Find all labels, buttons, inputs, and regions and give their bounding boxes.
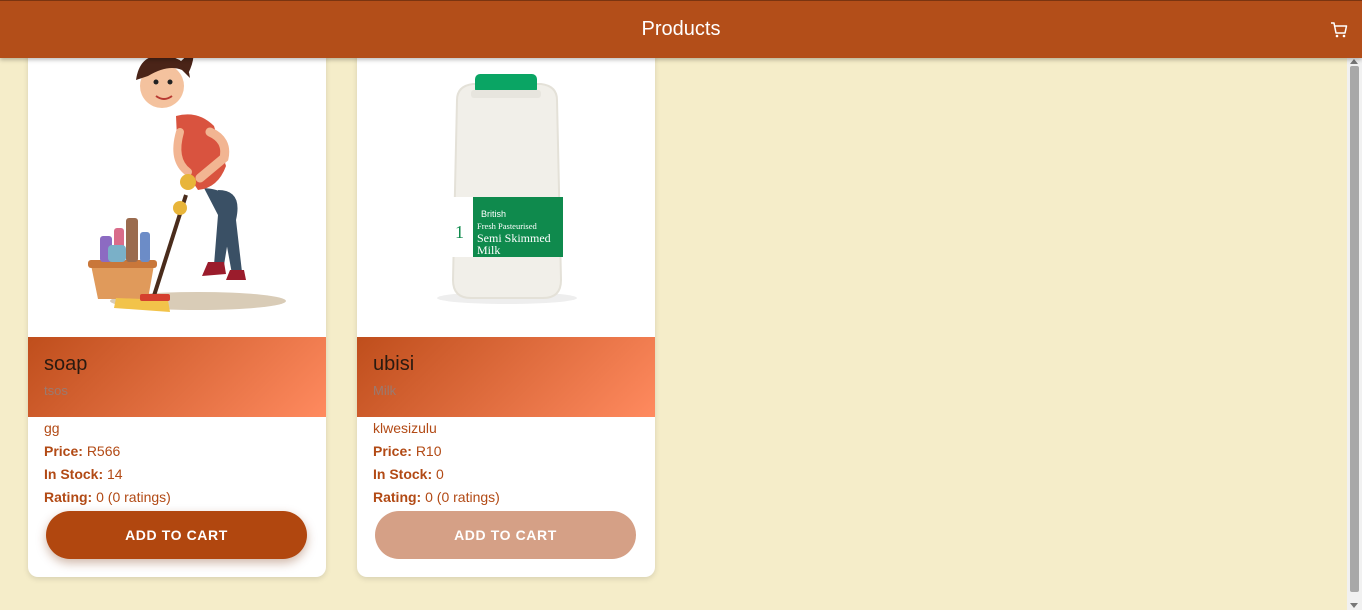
product-card-ubisi: 1 British Fresh Pasteurised Semi Skimmed…	[357, 40, 655, 577]
product-description: gg	[44, 420, 60, 436]
scrollbar-thumb[interactable]	[1350, 66, 1359, 592]
svg-text:Fresh Pasteurised: Fresh Pasteurised	[477, 221, 537, 231]
vertical-scrollbar[interactable]	[1347, 58, 1362, 610]
product-header: soap tsos	[28, 337, 326, 417]
product-category: Milk	[373, 383, 397, 398]
product-stock: In Stock: 14	[44, 466, 123, 482]
product-price: Price: R10	[373, 443, 442, 459]
product-rating: Rating: 0 (0 ratings)	[44, 489, 171, 505]
page-title: Products	[641, 18, 721, 40]
product-header: ubisi Milk	[357, 337, 655, 417]
product-image-ubisi: 1 British Fresh Pasteurised Semi Skimmed…	[357, 40, 655, 337]
product-details: gg Price: R566 In Stock: 14 Rating: 0 (0…	[44, 420, 171, 512]
product-image-soap	[28, 40, 326, 337]
product-name: ubisi	[373, 353, 415, 375]
app-bar: Products	[0, 0, 1362, 58]
product-price: Price: R566	[44, 443, 121, 459]
product-rating: Rating: 0 (0 ratings)	[373, 489, 500, 505]
product-description: klwesizulu	[373, 420, 437, 436]
product-category: tsos	[44, 383, 68, 398]
product-details: klwesizulu Price: R10 In Stock: 0 Rating…	[373, 420, 500, 512]
svg-text:1: 1	[455, 222, 464, 242]
add-to-cart-button-disabled[interactable]: ADD TO CART	[375, 511, 636, 559]
product-stock: In Stock: 0	[373, 466, 444, 482]
svg-text:British: British	[481, 209, 506, 219]
product-name: soap	[44, 353, 88, 375]
product-card-soap: soap tsos gg Price: R566 In Stock: 14 Ra…	[28, 40, 326, 577]
add-to-cart-button[interactable]: ADD TO CART	[46, 511, 307, 559]
svg-text:Milk: Milk	[477, 243, 500, 257]
scroll-down-arrow-icon[interactable]	[1350, 603, 1358, 608]
scroll-up-arrow-icon[interactable]	[1350, 59, 1358, 64]
cart-icon[interactable]	[1330, 21, 1348, 39]
